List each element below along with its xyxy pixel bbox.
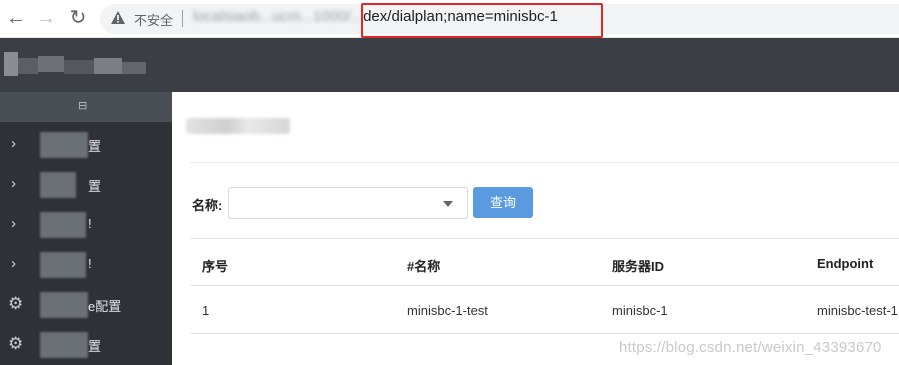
highlight-box xyxy=(361,3,603,38)
sidebar-item-6[interactable]: ⚙ 置 xyxy=(0,324,172,364)
arrow-right-icon[interactable]: → xyxy=(35,7,57,29)
sidebar-item-4[interactable]: › ! xyxy=(0,244,172,284)
sidebar-header: ⊟ xyxy=(0,92,172,122)
arrow-left-icon[interactable]: ← xyxy=(5,7,27,29)
blurred-label xyxy=(40,132,88,158)
name-filter-label: 名称: xyxy=(192,198,223,213)
caret-down-icon xyxy=(443,201,453,207)
column-header-name: #名称 xyxy=(407,259,441,274)
logo-mosaic xyxy=(64,60,94,74)
blurred-label xyxy=(40,172,76,198)
main-content: 名称: 查询 序号 #名称 服务器ID Endpoint 1 minisbc-1… xyxy=(172,92,899,365)
name-select[interactable] xyxy=(228,187,468,219)
sidebar-item-label: 置 xyxy=(88,179,102,194)
sidebar-item-5[interactable]: ⚙ e配置 xyxy=(0,284,172,324)
blurred-label xyxy=(40,292,88,318)
sidebar-item-label: 置 xyxy=(88,339,102,354)
sidebar-item-label: e配置 xyxy=(88,299,122,314)
blurred-page-title xyxy=(186,118,290,134)
column-header-endpoint: Endpoint xyxy=(817,256,874,271)
chevron-right-icon: › xyxy=(11,135,16,152)
table-top-border xyxy=(190,238,899,239)
column-header-server-id: 服务器ID xyxy=(612,259,665,274)
logo-mosaic xyxy=(18,58,38,74)
sidebar-item-label: 置 xyxy=(88,139,102,154)
blurred-label xyxy=(40,332,88,358)
gear-icon: ⚙ xyxy=(8,334,24,353)
insecure-label: 不安全 xyxy=(134,13,174,28)
logo-mosaic xyxy=(94,58,122,74)
app-header xyxy=(0,38,899,92)
cell-endpoint: minisbc-test-1 xyxy=(817,303,898,318)
address-separator xyxy=(182,10,183,27)
logo-mosaic xyxy=(38,56,64,72)
sidebar-item-3[interactable]: › ! xyxy=(0,204,172,244)
cell-index: 1 xyxy=(202,303,210,318)
url-host: localsiaob...ucm...1000/... xyxy=(193,8,364,25)
sidebar-item-2[interactable]: › 置 xyxy=(0,164,172,204)
column-header-index: 序号 xyxy=(202,259,229,274)
browser-toolbar: ← → ↻ 不安全 localsiaob...ucm...1000/...dex… xyxy=(0,0,899,38)
sidebar-header-mark: ⊟ xyxy=(78,100,88,112)
chevron-right-icon: › xyxy=(11,175,16,192)
blurred-label xyxy=(40,212,86,238)
reload-icon[interactable]: ↻ xyxy=(67,7,89,29)
cell-server-id: minisbc-1 xyxy=(612,303,668,318)
table-header-border xyxy=(190,285,899,286)
query-button[interactable]: 查询 xyxy=(473,187,533,218)
watermark-text: https://blog.csdn.net/weixin_43393670 xyxy=(619,339,882,356)
gear-icon: ⚙ xyxy=(8,294,24,313)
warning-icon xyxy=(111,11,125,24)
sidebar-item-label: ! xyxy=(88,216,92,231)
sidebar-item-1[interactable]: › 置 xyxy=(0,124,172,164)
blurred-label xyxy=(40,252,86,278)
logo-mosaic xyxy=(4,52,18,76)
sidebar-item-label: ! xyxy=(88,256,92,271)
chevron-right-icon: › xyxy=(11,215,16,232)
logo-mosaic xyxy=(122,62,146,74)
sidebar: ⊟ › 置 › 置 › ! › ! ⚙ e配置 ⚙ 置 xyxy=(0,92,172,365)
cell-name: minisbc-1-test xyxy=(407,303,488,318)
table-row-border xyxy=(190,333,899,334)
divider xyxy=(190,162,899,163)
chevron-right-icon: › xyxy=(11,255,16,272)
